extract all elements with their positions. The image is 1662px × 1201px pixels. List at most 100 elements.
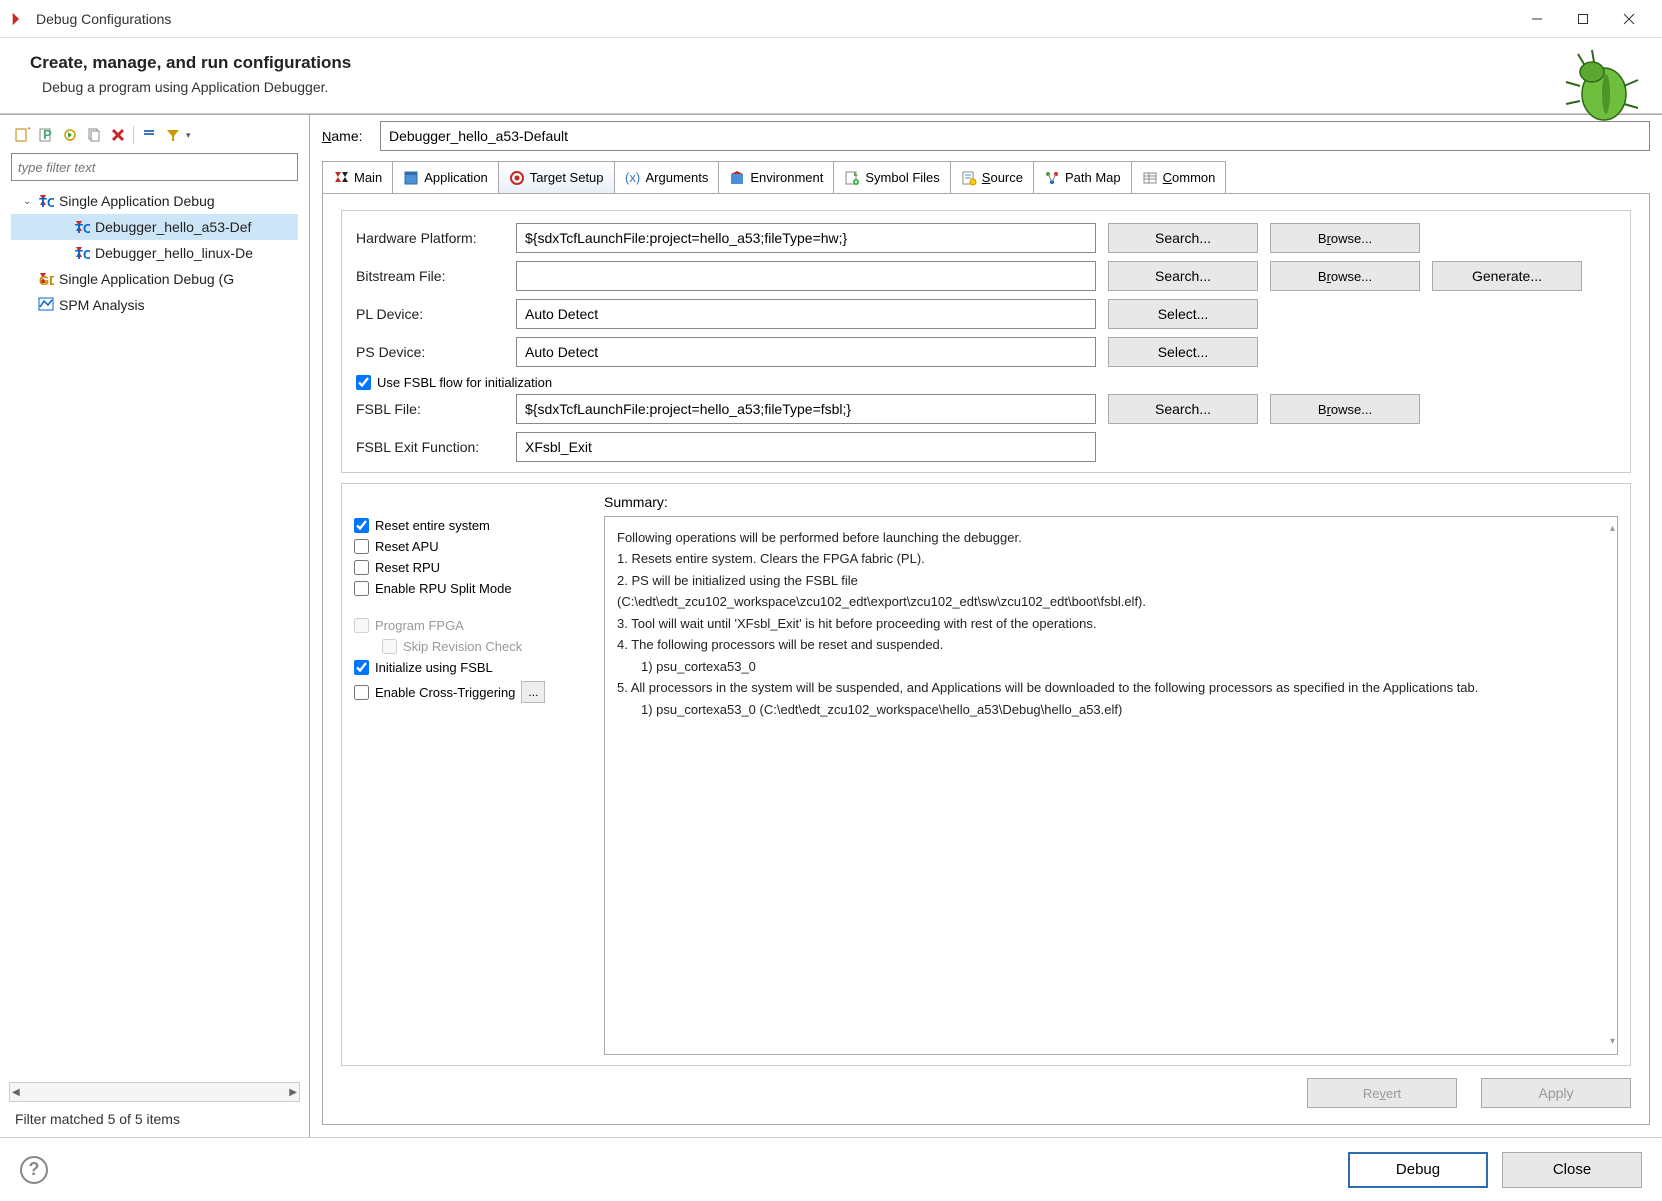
tab-environment[interactable]: Environment [718,161,834,193]
cross-trigger-checkbox[interactable] [354,685,369,700]
config-tree[interactable]: ⌄TCFSingle Application Debug TCF Debugger_… [5,184,304,1082]
fsbl-exit-input[interactable] [516,432,1096,462]
rpu-split-label: Enable RPU Split Mode [375,581,512,596]
svg-text:P: P [43,127,52,142]
ps-device-input[interactable] [516,337,1096,367]
tab-label: Target Setup [530,170,604,185]
tcf-icon: TCF [73,219,91,235]
tab-label: Application [424,170,488,185]
summary-line: 1. Resets entire system. Clears the FPGA… [617,548,1605,569]
tab-application[interactable]: Application [392,161,499,193]
target-icon [509,170,525,186]
reset-rpu-checkbox[interactable] [354,560,369,575]
tab-symbol-files[interactable]: Symbol Files [833,161,950,193]
reset-system-checkbox[interactable] [354,518,369,533]
tree-item-label: Debugger_hello_a53-Def [95,219,251,235]
bitstream-search-button[interactable]: Search... [1108,261,1258,291]
svg-text:TCF: TCF [75,221,90,233]
titlebar: Debug Configurations [0,0,1662,38]
tab-label: Source [982,170,1023,185]
pl-select-button[interactable]: Select... [1108,299,1258,329]
hw-platform-label: Hardware Platform: [356,230,516,246]
tree-item[interactable]: GDBSingle Application Debug (G [11,266,298,292]
name-input[interactable] [380,121,1650,151]
sym-icon [844,170,860,186]
tab-main[interactable]: Main [322,161,393,193]
reset-apu-checkbox[interactable] [354,539,369,554]
tree-item-label: SPM Analysis [59,297,145,313]
tab-arguments[interactable]: (x)= Arguments [614,161,720,193]
new-config-button[interactable]: ✦ [11,124,33,146]
bitstream-generate-button[interactable]: Generate... [1432,261,1582,291]
summary-line: 2. PS will be initialized using the FSBL… [617,570,1605,591]
common-icon [1142,170,1158,186]
tab-target-setup[interactable]: Target Setup [498,161,615,193]
summary-line: 3. Tool will wait until 'XFsbl_Exit' is … [617,613,1605,634]
rpu-split-checkbox[interactable] [354,581,369,596]
tree-item-label: Debugger_hello_linux-De [95,245,253,261]
fsbl-search-button[interactable]: Search... [1108,394,1258,424]
window-title: Debug Configurations [36,11,1514,27]
svg-text:TCF: TCF [75,247,90,259]
svg-text:✦: ✦ [26,127,30,136]
fsbl-browse-button[interactable]: Browse... [1270,394,1420,424]
delete-button[interactable] [107,124,129,146]
tree-item[interactable]: TCF Debugger_hello_linux-De [11,240,298,266]
pl-device-label: PL Device: [356,306,516,322]
args-icon: (x)= [625,170,641,186]
maximize-button[interactable] [1560,4,1606,34]
cross-trigger-config-button[interactable]: ... [521,681,545,703]
debug-button[interactable]: Debug [1348,1152,1488,1188]
gdb-icon: GDB [37,271,55,287]
tab-source[interactable]: Source [950,161,1034,193]
close-dialog-button[interactable]: Close [1502,1152,1642,1188]
fsbl-exit-label: FSBL Exit Function: [356,439,516,455]
apply-button[interactable]: Apply [1481,1078,1631,1108]
tree-item[interactable]: ⌄TCFSingle Application Debug [11,188,298,214]
duplicate-button[interactable] [83,124,105,146]
left-panel: ✦ P ▾ ⌄TCFSingle Application Debug TCF Deb… [0,115,310,1137]
summary-text[interactable]: ▴ ▾ Following operations will be perform… [604,516,1618,1055]
close-button[interactable] [1606,4,1652,34]
new-prototype-button[interactable]: P [35,124,57,146]
env-icon [729,170,745,186]
tcf-icon: TCF [73,245,91,261]
header-title: Create, manage, and run configurations [30,53,1632,73]
horizontal-scrollbar[interactable]: ◀▶ [9,1082,300,1102]
filter-input[interactable] [11,153,298,181]
minimize-button[interactable] [1514,4,1560,34]
tab-common[interactable]: Common [1131,161,1227,193]
fsbl-file-label: FSBL File: [356,401,516,417]
summary-label: Summary: [604,494,1618,510]
init-fsbl-checkbox[interactable] [354,660,369,675]
left-toolbar: ✦ P ▾ [5,120,304,150]
summary-line: 4. The following processors will be rese… [617,634,1605,655]
summary-line: Following operations will be performed b… [617,527,1605,548]
bitstream-browse-button[interactable]: Browse... [1270,261,1420,291]
hw-platform-input[interactable] [516,223,1096,253]
tree-item[interactable]: SPM Analysis [11,292,298,318]
header-subtitle: Debug a program using Application Debugg… [30,79,1632,95]
bitstream-input[interactable] [516,261,1096,291]
fsbl-file-input[interactable] [516,394,1096,424]
filter-button[interactable] [162,124,184,146]
help-button[interactable]: ? [20,1156,48,1184]
svg-text:(x)=: (x)= [625,170,641,185]
tab-label: Arguments [646,170,709,185]
pl-device-input[interactable] [516,299,1096,329]
hw-search-button[interactable]: Search... [1108,223,1258,253]
collapse-all-button[interactable] [138,124,160,146]
reset-rpu-label: Reset RPU [375,560,440,575]
revert-button[interactable]: Revert [1307,1078,1457,1108]
tab-content-target-setup: Hardware Platform: Search... Browse... B… [322,193,1650,1125]
tree-item[interactable]: TCF Debugger_hello_a53-Def [11,214,298,240]
ps-select-button[interactable]: Select... [1108,337,1258,367]
hw-browse-button[interactable]: Browse... [1270,223,1420,253]
tree-item-label: Single Application Debug (G [59,271,234,287]
summary-line: 1) psu_cortexa53_0 [617,656,1605,677]
tab-path-map[interactable]: Path Map [1033,161,1132,193]
reset-apu-label: Reset APU [375,539,439,554]
export-button[interactable] [59,124,81,146]
use-fsbl-checkbox[interactable] [356,375,371,390]
summary-line: 5. All processors in the system will be … [617,677,1605,698]
